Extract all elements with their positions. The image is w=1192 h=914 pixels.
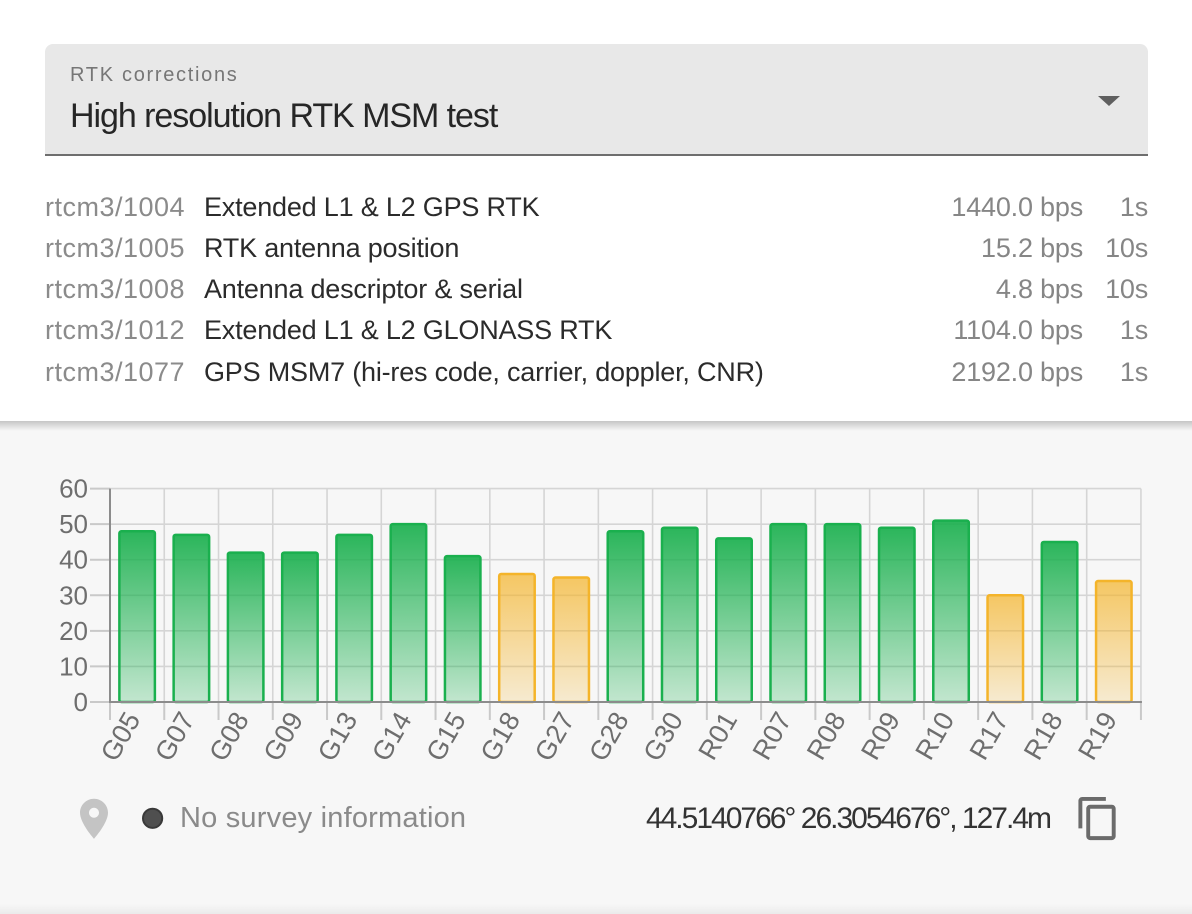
svg-text:10: 10 [59,651,88,681]
svg-text:G18: G18 [475,707,527,766]
svg-text:40: 40 [59,545,88,575]
svg-text:G28: G28 [583,707,635,766]
svg-text:G09: G09 [258,707,310,766]
svg-text:G30: G30 [637,707,689,766]
svg-text:0: 0 [74,687,88,717]
svg-text:R17: R17 [964,707,1015,765]
svg-text:30: 30 [59,580,88,610]
svg-text:R18: R18 [1018,707,1069,765]
svg-text:R08: R08 [801,707,852,765]
svg-text:R09: R09 [855,707,906,765]
svg-text:G08: G08 [203,707,255,766]
svg-text:G05: G05 [95,707,147,766]
svg-text:G27: G27 [529,707,581,766]
svg-text:R01: R01 [692,707,743,765]
svg-text:50: 50 [59,509,88,539]
svg-text:60: 60 [59,474,88,504]
svg-text:20: 20 [59,616,88,646]
svg-text:G14: G14 [366,707,418,766]
svg-text:R07: R07 [747,707,798,765]
svg-text:G07: G07 [149,707,201,766]
svg-text:R19: R19 [1072,707,1123,765]
svg-text:G15: G15 [420,707,472,766]
svg-text:R10: R10 [909,707,960,765]
svg-text:G13: G13 [312,707,364,766]
